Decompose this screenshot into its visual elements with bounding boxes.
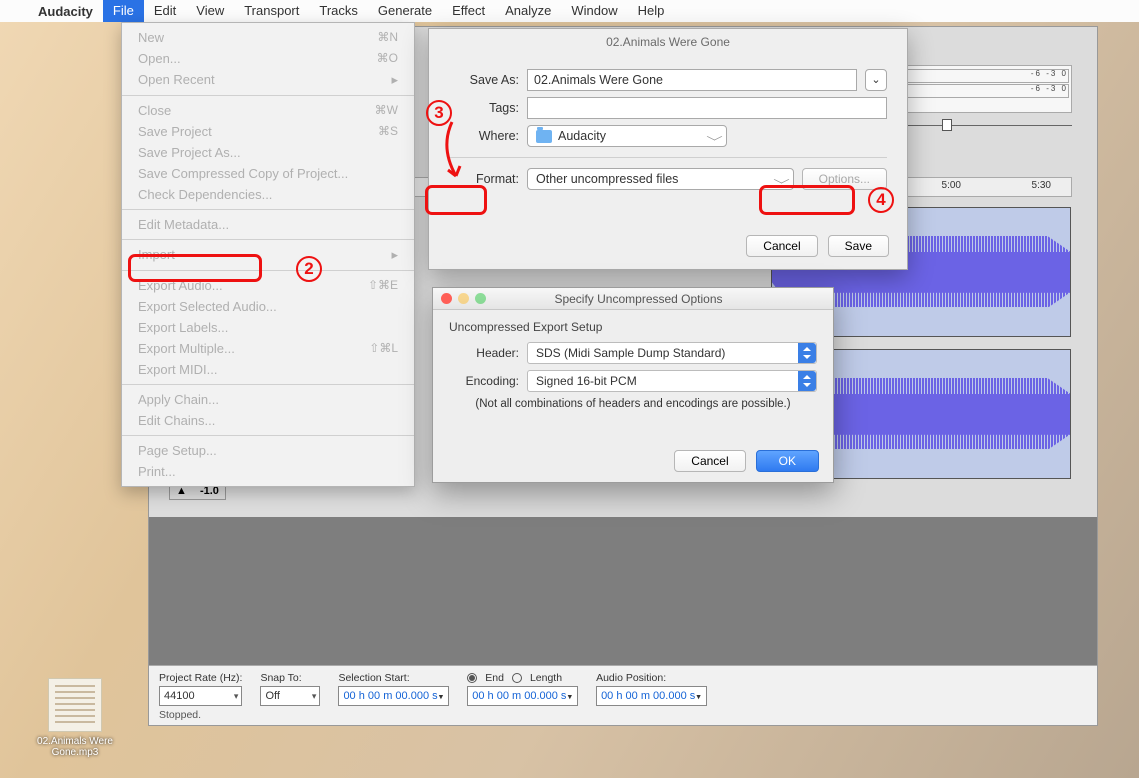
options-ok-button[interactable]: OK bbox=[756, 450, 819, 472]
selection-start-label: Selection Start: bbox=[338, 672, 449, 684]
gain-slider[interactable] bbox=[892, 117, 1072, 135]
length-radio[interactable] bbox=[512, 673, 522, 683]
menu-transport[interactable]: Transport bbox=[234, 0, 309, 22]
ruler-tick: 5:30 bbox=[1032, 180, 1051, 191]
selection-end-field[interactable]: 00 h 00 m 00.000 s▾ bbox=[467, 686, 578, 706]
menu-generate[interactable]: Generate bbox=[368, 0, 442, 22]
project-rate-group: Project Rate (Hz): 44100 bbox=[159, 672, 242, 706]
format-select[interactable]: Other uncompressed files bbox=[527, 168, 794, 190]
mi-export-audio[interactable]: Export Audio...⇧⌘E bbox=[122, 275, 414, 296]
close-icon[interactable] bbox=[441, 293, 452, 304]
where-select[interactable]: Audacity bbox=[527, 125, 727, 147]
file-icon bbox=[48, 678, 102, 732]
selection-group: Selection Start: 00 h 00 m 00.000 s▾ bbox=[338, 672, 449, 706]
encoding-label: Encoding: bbox=[449, 374, 519, 388]
desktop-file[interactable]: 02.Animals Were Gone.mp3 bbox=[34, 678, 116, 758]
menubar: Audacity File Edit View Transport Tracks… bbox=[0, 0, 1139, 22]
encoding-select[interactable]: Signed 16-bit PCM bbox=[527, 370, 817, 392]
meter-ticks: -6 -3 0 bbox=[1031, 84, 1068, 93]
tags-input[interactable] bbox=[527, 97, 887, 119]
menu-file[interactable]: File bbox=[103, 0, 144, 22]
menu-view[interactable]: View bbox=[186, 0, 234, 22]
mi-edit-metadata[interactable]: Edit Metadata... bbox=[122, 214, 414, 235]
snap-group: Snap To: Off bbox=[260, 672, 320, 706]
status-text: Stopped. bbox=[159, 709, 201, 721]
mi-edit-chains[interactable]: Edit Chains... bbox=[122, 410, 414, 431]
sheet-cancel-button[interactable]: Cancel bbox=[746, 235, 817, 257]
header-select[interactable]: SDS (Midi Sample Dump Standard) bbox=[527, 342, 817, 364]
mi-close[interactable]: Close⌘W bbox=[122, 100, 414, 121]
mi-export-selected[interactable]: Export Selected Audio... bbox=[122, 296, 414, 317]
snap-label: Snap To: bbox=[260, 672, 320, 684]
menu-window[interactable]: Window bbox=[561, 0, 627, 22]
menubar-app[interactable]: Audacity bbox=[28, 4, 103, 19]
where-label: Where: bbox=[449, 129, 519, 143]
header-label: Header: bbox=[449, 346, 519, 360]
save-as-label: Save As: bbox=[449, 73, 519, 87]
end-label: End bbox=[485, 672, 504, 684]
format-label: Format: bbox=[449, 172, 519, 186]
options-cancel-button[interactable]: Cancel bbox=[674, 450, 745, 472]
mi-export-labels[interactable]: Export Labels... bbox=[122, 317, 414, 338]
export-sheet: 02.Animals Were Gone Save As: 02.Animals… bbox=[428, 28, 908, 270]
audio-position-field[interactable]: 00 h 00 m 00.000 s▾ bbox=[596, 686, 707, 706]
audio-position-label: Audio Position: bbox=[596, 672, 707, 684]
sheet-title: 02.Animals Were Gone bbox=[429, 29, 907, 55]
mi-save-project-as[interactable]: Save Project As... bbox=[122, 142, 414, 163]
ruler-tick: 5:00 bbox=[942, 180, 961, 191]
folder-icon bbox=[536, 130, 552, 143]
project-rate-label: Project Rate (Hz): bbox=[159, 672, 242, 684]
meter-ticks: -6 -3 0 bbox=[1031, 69, 1068, 78]
mi-new[interactable]: New⌘N bbox=[122, 27, 414, 48]
menu-help[interactable]: Help bbox=[628, 0, 675, 22]
menu-analyze[interactable]: Analyze bbox=[495, 0, 561, 22]
menu-edit[interactable]: Edit bbox=[144, 0, 186, 22]
history-button[interactable]: ⌄ bbox=[865, 69, 887, 91]
mi-save-compressed[interactable]: Save Compressed Copy of Project... bbox=[122, 163, 414, 184]
uncompressed-options-dialog: Specify Uncompressed Options Uncompresse… bbox=[432, 287, 834, 483]
snap-select[interactable]: Off bbox=[260, 686, 320, 706]
options-subtitle: Uncompressed Export Setup bbox=[449, 320, 817, 334]
length-label: Length bbox=[530, 672, 562, 684]
mi-check-deps[interactable]: Check Dependencies... bbox=[122, 184, 414, 205]
sheet-save-button[interactable]: Save bbox=[828, 235, 889, 257]
zoom-icon bbox=[475, 293, 486, 304]
mi-page-setup[interactable]: Page Setup... bbox=[122, 440, 414, 461]
mi-export-midi[interactable]: Export MIDI... bbox=[122, 359, 414, 380]
project-rate-select[interactable]: 44100 bbox=[159, 686, 242, 706]
end-length-group: End Length 00 h 00 m 00.000 s▾ bbox=[467, 672, 578, 706]
options-note: (Not all combinations of headers and enc… bbox=[449, 398, 817, 410]
level-meters: -6 -3 0 -6 -3 0 bbox=[892, 65, 1072, 113]
menu-tracks[interactable]: Tracks bbox=[309, 0, 368, 22]
audio-position-group: Audio Position: 00 h 00 m 00.000 s▾ bbox=[596, 672, 707, 706]
mi-open[interactable]: Open...⌘O bbox=[122, 48, 414, 69]
mi-print[interactable]: Print... bbox=[122, 461, 414, 482]
mi-import[interactable]: Import bbox=[122, 244, 414, 266]
options-title: Specify Uncompressed Options bbox=[494, 292, 783, 306]
menu-effect[interactable]: Effect bbox=[442, 0, 495, 22]
save-as-input[interactable]: 02.Animals Were Gone bbox=[527, 69, 857, 91]
mi-export-multiple[interactable]: Export Multiple...⇧⌘L bbox=[122, 338, 414, 359]
status-bar: Project Rate (Hz): 44100 Snap To: Off Se… bbox=[149, 665, 1097, 725]
minimize-icon bbox=[458, 293, 469, 304]
desktop-file-name: 02.Animals Were Gone.mp3 bbox=[34, 736, 116, 758]
end-radio[interactable] bbox=[467, 673, 477, 683]
options-button[interactable]: Options... bbox=[802, 168, 887, 190]
tags-label: Tags: bbox=[449, 101, 519, 115]
file-menu-dropdown: New⌘N Open...⌘O Open Recent Close⌘W Save… bbox=[121, 22, 415, 487]
selection-start-field[interactable]: 00 h 00 m 00.000 s▾ bbox=[338, 686, 449, 706]
mi-apply-chain[interactable]: Apply Chain... bbox=[122, 389, 414, 410]
mi-save-project[interactable]: Save Project⌘S bbox=[122, 121, 414, 142]
mi-open-recent[interactable]: Open Recent bbox=[122, 69, 414, 91]
